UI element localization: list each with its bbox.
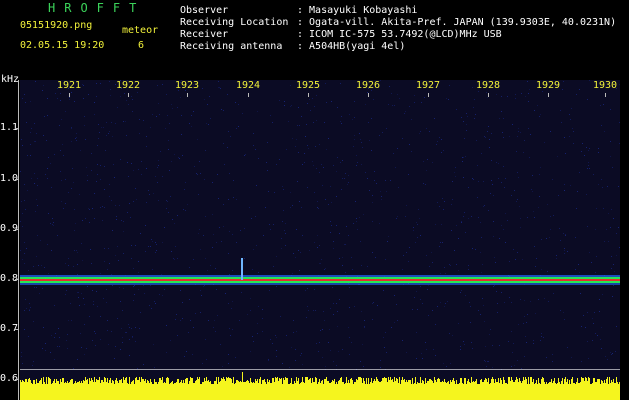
location-value: : Ogata-vill. Akita-Pref. JAPAN (139.930…	[297, 17, 617, 28]
x-tick-mark	[368, 93, 369, 97]
x-tick-label: 1921	[57, 80, 82, 91]
receiver-label: Receiver	[180, 29, 229, 40]
x-tick-label: 1926	[356, 80, 381, 91]
amplitude-trace	[20, 372, 620, 400]
x-tick-label: 1929	[536, 80, 561, 91]
observer-label: Observer	[180, 5, 229, 16]
x-tick-mark	[548, 93, 549, 97]
x-tick-mark	[428, 93, 429, 97]
x-tick-mark	[605, 93, 606, 97]
x-tick-mark	[69, 93, 70, 97]
x-tick-label: 1927	[416, 80, 441, 91]
x-tick-mark	[248, 93, 249, 97]
y-tick-mark	[15, 229, 19, 230]
carrier-line	[20, 275, 620, 285]
y-axis-unit: kHz	[1, 74, 20, 85]
hrofft-window: HROFFT 05151920.png meteor 02.05.15 19:2…	[0, 0, 629, 400]
spectrogram-svg	[20, 80, 620, 400]
x-tick-mark	[308, 93, 309, 97]
x-tick-mark	[128, 93, 129, 97]
noise-speckles	[20, 80, 620, 370]
x-tick-mark	[187, 93, 188, 97]
x-tick-label: 1922	[116, 80, 141, 91]
amplitude-baseline	[20, 369, 620, 370]
x-tick-label: 1928	[476, 80, 501, 91]
meteor-echo	[241, 258, 243, 280]
meteor-label: meteor	[122, 25, 159, 36]
observer-value: : Masayuki Kobayashi	[297, 5, 418, 16]
y-tick-mark	[15, 379, 19, 380]
meteor-count: 6	[138, 40, 145, 51]
antenna-value: : A504HB(yagi 4el)	[297, 41, 406, 52]
datetime: 02.05.15 19:20	[20, 40, 105, 51]
x-tick-label: 1923	[175, 80, 200, 91]
x-tick-label: 1930	[593, 80, 618, 91]
brand-title: HROFFT	[48, 1, 146, 15]
x-tick-label: 1924	[236, 80, 261, 91]
y-tick-mark	[15, 329, 19, 330]
y-tick-mark	[15, 128, 19, 129]
x-tick-label: 1925	[296, 80, 321, 91]
filename: 05151920.png	[20, 20, 93, 31]
location-label: Receiving Location	[180, 17, 289, 28]
receiver-value: : ICOM IC-575 53.7492(@LCD)MHz USB	[297, 29, 502, 40]
x-tick-mark	[488, 93, 489, 97]
spectrogram-plot	[20, 80, 620, 400]
antenna-label: Receiving antenna	[180, 41, 283, 52]
y-tick-mark	[15, 179, 19, 180]
y-tick-mark	[15, 279, 19, 280]
